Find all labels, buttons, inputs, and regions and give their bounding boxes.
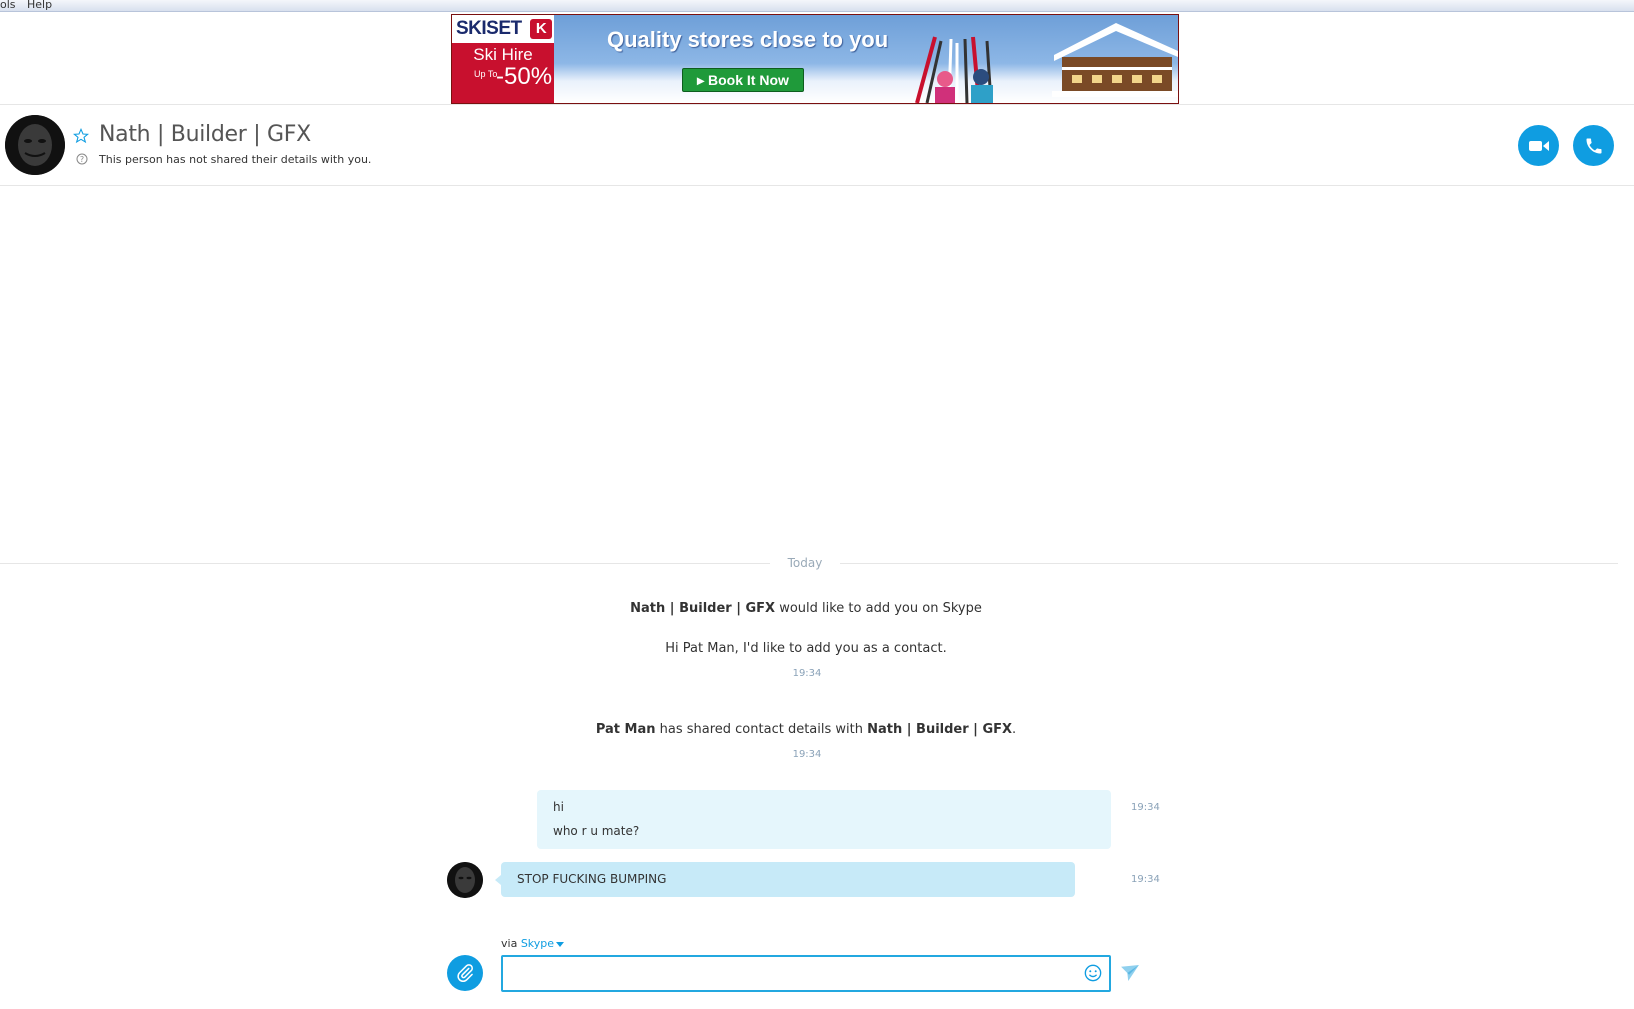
ad-book-label: Book It Now [708, 72, 789, 88]
ad-book-button[interactable]: ▸ Book It Now [682, 68, 804, 92]
ad-product: Ski Hire [473, 45, 533, 64]
divider [0, 104, 1634, 105]
ad-upto: Up To [474, 69, 498, 79]
system-text: has shared contact details with [655, 722, 868, 737]
chalet-image [1052, 23, 1178, 97]
send-icon[interactable] [1121, 965, 1139, 981]
day-label: Today [770, 556, 840, 570]
message-time: 19:34 [1131, 874, 1160, 885]
menu-item-tools[interactable]: ols [0, 0, 16, 10]
ad-promo-panel: SKISET K Ski Hire Up To -50% [452, 15, 554, 103]
system-text-end: . [1012, 722, 1017, 737]
via-service-label: Skype [520, 937, 555, 950]
system-message-shared-details: Pat Man has shared contact details with … [0, 722, 1612, 737]
system-text: would like to add you on Skype [775, 601, 982, 616]
audio-call-button[interactable] [1573, 125, 1614, 166]
contact-name: Nath | Builder | GFX [99, 122, 311, 147]
contact-privacy-note: This person has not shared their details… [99, 153, 372, 166]
sender-avatar[interactable] [447, 862, 483, 898]
phone-icon [1586, 138, 1601, 153]
skiers-image [915, 36, 993, 103]
ad-banner[interactable]: SKISET K Ski Hire Up To -50% Quality sto… [451, 14, 1179, 104]
caret-down-icon [556, 941, 565, 947]
ad-discount: -50% [496, 63, 553, 90]
message-time: 19:34 [1131, 802, 1160, 813]
message-time: 19:34 [792, 749, 822, 760]
via-service-dropdown[interactable]: Skype [520, 937, 565, 950]
paperclip-icon [457, 964, 473, 983]
contact-avatar[interactable] [5, 115, 65, 175]
ad-brand-text: SKISET [456, 18, 522, 39]
ad-headline: Quality stores close to you [607, 27, 889, 52]
message-line: hi [553, 800, 564, 814]
via-prefix: via [501, 937, 521, 950]
ad-brand-logo: K [530, 19, 552, 39]
sender-name: Pat Man [595, 722, 656, 737]
incoming-message-bubble[interactable]: STOP FUCKING BUMPING [495, 862, 1075, 897]
favorite-star-icon[interactable] [73, 128, 89, 144]
svg-text:?: ? [80, 155, 84, 164]
menu-item-help[interactable]: Help [27, 0, 52, 10]
sender-name: Nath | Builder | GFX [630, 601, 776, 616]
message-line: who r u mate? [553, 824, 640, 838]
message-input[interactable] [509, 963, 1069, 985]
emoticon-icon[interactable] [1084, 964, 1102, 982]
menu-bar: ols Help [0, 0, 1634, 12]
play-icon: ▸ [697, 72, 709, 88]
video-camera-icon [1528, 140, 1549, 151]
question-icon: ? [76, 153, 88, 165]
divider [0, 185, 1634, 186]
recipient-name: Nath | Builder | GFX [867, 722, 1013, 737]
message-compose-box[interactable] [501, 955, 1111, 992]
attach-button[interactable] [447, 955, 483, 991]
system-message-add-request: Nath | Builder | GFX would like to add y… [0, 601, 1612, 616]
system-message-greeting: Hi Pat Man, I'd like to add you as a con… [665, 641, 947, 656]
via-selector: via Skype [501, 937, 565, 950]
ad-brand: SKISET K [452, 15, 554, 43]
outgoing-message-bubble[interactable]: hi who r u mate? [537, 790, 1111, 849]
video-call-button[interactable] [1518, 125, 1559, 166]
message-time: 19:34 [792, 668, 822, 679]
